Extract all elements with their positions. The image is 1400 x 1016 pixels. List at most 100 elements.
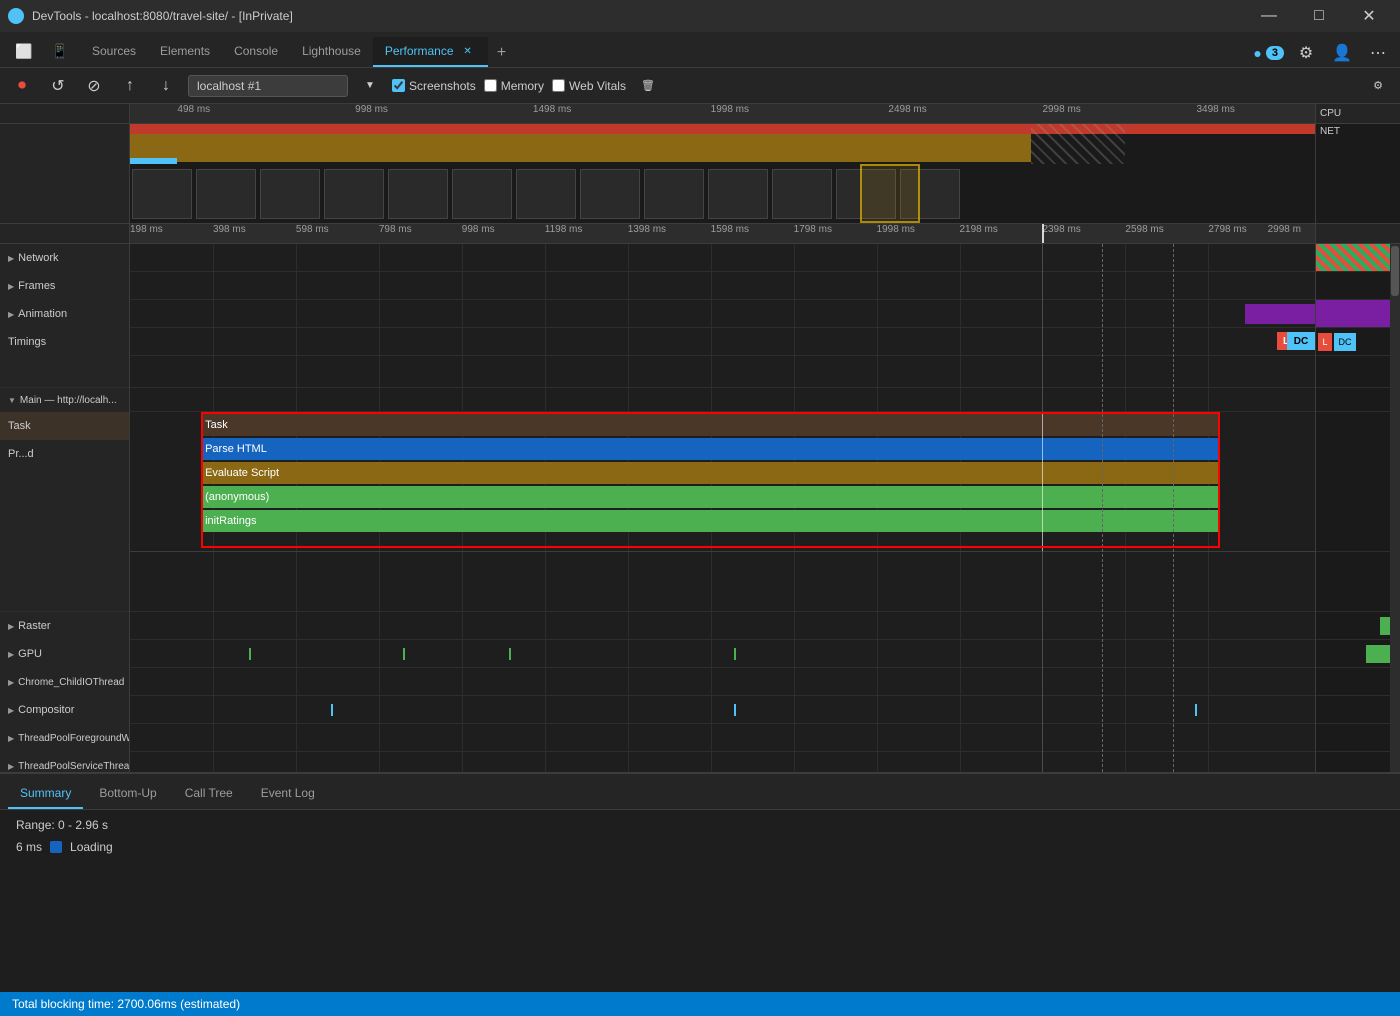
bottom-ruler-right <box>1315 224 1400 244</box>
minimize-button[interactable]: — <box>1246 0 1292 32</box>
main-triangle: ▼ <box>8 396 16 405</box>
url-input[interactable] <box>188 75 348 97</box>
screenshot-thumb-6 <box>452 169 512 219</box>
screenshot-strip-row <box>0 164 1400 224</box>
sidebar-item-main[interactable]: ▼ Main — http://localh... <box>0 388 130 412</box>
tab-elements[interactable]: Elements <box>148 37 222 67</box>
spacer-1 <box>0 356 129 388</box>
webvitals-checkbox-label[interactable]: Web Vitals <box>552 79 626 93</box>
tab-performance[interactable]: Performance ✕ <box>373 37 488 67</box>
compositor-tick-3 <box>1195 704 1197 716</box>
dc-badge: DC <box>1287 332 1315 350</box>
right-frames <box>1316 272 1400 300</box>
right-threadpool-svc <box>1316 752 1400 772</box>
webvitals-checkbox[interactable] <box>552 79 565 92</box>
selection-area <box>1031 124 1126 164</box>
screenshots-checkbox-label[interactable]: Screenshots <box>392 79 476 93</box>
tab-sources[interactable]: Sources <box>80 37 148 67</box>
sidebar-item-raster[interactable]: ▶ Raster <box>0 612 130 640</box>
tab-console[interactable]: Console <box>222 37 290 67</box>
sidebar-item-compositor[interactable]: ▶ Compositor <box>0 696 130 724</box>
user-icon[interactable]: 👤 <box>1328 39 1356 67</box>
screenshot-thumb-9 <box>644 169 704 219</box>
device-icon[interactable]: 📱 <box>44 35 76 67</box>
screenshot-thumb-2 <box>196 169 256 219</box>
tab-close-icon[interactable]: ✕ <box>460 43 476 59</box>
btick-2398: 2398 ms <box>1042 224 1080 235</box>
close-button[interactable]: ✕ <box>1346 0 1392 32</box>
btick-2198: 2198 ms <box>960 224 998 235</box>
screenshot-thumb-5 <box>388 169 448 219</box>
more-icon[interactable]: ⋯ <box>1364 39 1392 67</box>
settings-icon[interactable]: ⚙ <box>1292 39 1320 67</box>
spacer-after-flame <box>130 552 1315 612</box>
devtools-icon <box>8 8 24 24</box>
right-spacer <box>1316 356 1400 388</box>
right-network-bar <box>1316 244 1400 272</box>
tab-summary[interactable]: Summary <box>8 779 83 809</box>
gpu-tick-2 <box>403 648 405 660</box>
btick-798: 798 ms <box>379 224 412 235</box>
sidebar-item-animation[interactable]: ▶ Animation <box>0 300 130 328</box>
screenshot-selection <box>860 164 920 223</box>
tracks-main: L DC Task Pars <box>130 244 1315 772</box>
download-button[interactable]: ↓ <box>152 72 180 100</box>
right-gpu <box>1316 640 1400 668</box>
gpu-tick-4 <box>734 648 736 660</box>
right-chrome <box>1316 668 1400 696</box>
top-ruler-row: 498 ms 998 ms 1498 ms 1998 ms 2498 ms 29… <box>0 104 1400 124</box>
bottom-content: Range: 0 - 2.96 s 6 ms Loading <box>0 810 1400 992</box>
bottom-ruler-sidebar <box>0 224 130 244</box>
ruler-tick-3498: 3498 ms <box>1197 104 1235 115</box>
bottom-tabs: Summary Bottom-Up Call Tree Event Log <box>0 774 1400 810</box>
notification-badge: 3 <box>1266 46 1284 60</box>
reload-button[interactable]: ↺ <box>44 72 72 100</box>
gpu-tick-1 <box>249 648 251 660</box>
screenshots-checkbox[interactable] <box>392 79 405 92</box>
tab-bottom-up[interactable]: Bottom-Up <box>87 779 168 809</box>
sidebar-item-chrome-child[interactable]: ▶ Chrome_ChildIOThread <box>0 668 130 696</box>
record-button[interactable]: ⏺ <box>8 72 36 100</box>
main-content: 498 ms 998 ms 1498 ms 1998 ms 2498 ms 29… <box>0 104 1400 992</box>
sidebar-flame-2 <box>0 496 130 524</box>
sidebar-item-task: Task <box>0 412 130 440</box>
track-animation <box>130 300 1315 328</box>
track-frames <box>130 272 1315 300</box>
memory-checkbox[interactable] <box>484 79 497 92</box>
screenshot-strip <box>130 164 1315 224</box>
sidebar-item-gpu[interactable]: ▶ GPU <box>0 640 130 668</box>
right-flame <box>1316 412 1400 552</box>
spacer-2 <box>0 552 129 612</box>
upload-button[interactable]: ↑ <box>116 72 144 100</box>
right-timings: L DC <box>1316 328 1400 356</box>
tab-call-tree[interactable]: Call Tree <box>173 779 245 809</box>
sidebar-item-frames[interactable]: ▶ Frames <box>0 272 130 300</box>
animation-bar <box>1245 304 1315 324</box>
sidebar-item-threadpool-svc[interactable]: ▶ ThreadPoolServiceThread <box>0 752 130 772</box>
bottom-ruler: 198 ms 398 ms 598 ms 798 ms 998 ms 1198 … <box>130 224 1315 244</box>
clear-button[interactable]: 🗑 <box>634 72 662 100</box>
tab-lighthouse[interactable]: Lighthouse <box>290 37 373 67</box>
tab-add-button[interactable]: + <box>488 39 516 67</box>
ruler-tick-998: 998 ms <box>355 104 388 115</box>
url-dropdown-icon[interactable]: ▼ <box>356 72 384 100</box>
scrollbar-thumb <box>1391 246 1399 296</box>
sidebar-item-threadpool-fg[interactable]: ▶ ThreadPoolForegroundWorker <box>0 724 130 752</box>
tab-bar: ⬜ 📱 Sources Elements Console Lighthouse … <box>0 32 1400 68</box>
status-bar: Total blocking time: 2700.06ms (estimate… <box>0 992 1400 1016</box>
sidebar-item-timings[interactable]: Timings <box>0 328 130 356</box>
tab-event-log[interactable]: Event Log <box>249 779 327 809</box>
ruler-tick-498: 498 ms <box>177 104 210 115</box>
inspect-icon[interactable]: ⬜ <box>8 35 40 67</box>
right-scrollbar <box>1390 244 1400 772</box>
sidebar-item-network[interactable]: ▶ Network <box>0 244 130 272</box>
btick-2598: 2598 ms <box>1125 224 1163 235</box>
perf-settings-icon[interactable]: ⚙ <box>1364 72 1392 100</box>
memory-checkbox-label[interactable]: Memory <box>484 79 544 93</box>
btick-1198: 1198 ms <box>545 224 583 235</box>
screenshot-right <box>1315 164 1400 224</box>
btick-1598: 1598 ms <box>711 224 749 235</box>
cancel-button[interactable]: ⊘ <box>80 72 108 100</box>
cpu-recording-row: NET <box>0 124 1400 164</box>
maximize-button[interactable]: □ <box>1296 0 1342 32</box>
